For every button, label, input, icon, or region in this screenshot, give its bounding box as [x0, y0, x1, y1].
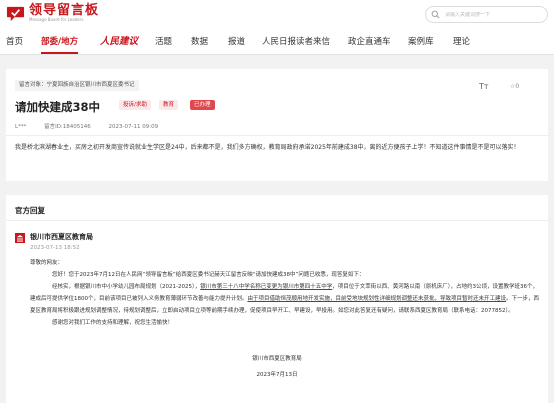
nav-topics[interactable]: 活题	[155, 30, 172, 54]
reply-date: 2023-07-13 18:52	[30, 245, 80, 251]
author-name: L***	[15, 124, 27, 130]
message-card: 留言对象：宁夏回族自治区银川市西夏区委书记 请加快建成38中 投诉/求助 教育 …	[6, 69, 548, 181]
nav-data[interactable]: 数据	[191, 30, 208, 54]
nav-people-suggestions[interactable]: 人民建议	[100, 30, 138, 54]
nav-readers-letters[interactable]: 人民日报读者来信	[262, 30, 330, 54]
message-id: 留言ID:18405146	[44, 124, 91, 130]
divider	[6, 135, 548, 136]
reply-card: 官方回复 银川市西夏区教育局 2023-07-13 18:52 尊敬的网友： 您…	[6, 195, 548, 403]
signature-date: 2023年7月13日	[256, 372, 298, 378]
message-title: 请加快建成38中	[15, 100, 101, 114]
reply-text: 经核实，根据银川市中小学幼儿园布局规划（2021-2025），	[52, 284, 201, 290]
search-icon[interactable]	[431, 10, 440, 19]
message-target: 留言对象：宁夏回族自治区银川市西夏区委书记	[15, 80, 139, 91]
divider	[6, 220, 548, 221]
signature-org: 银川市西夏区教育局	[252, 356, 302, 362]
like-button[interactable]: ☆0	[510, 83, 519, 90]
search-box[interactable]	[425, 6, 548, 23]
highlighted-text: 银川市第三十八中学名称已变更为银川市第四十五中学	[200, 284, 333, 290]
site-logo[interactable]: 领导留言板 Message Board for Leaders	[6, 4, 99, 23]
reply-paragraph: 感谢您对我们工作的支持和理解，祝您生活愉快！	[52, 320, 174, 326]
nav-case-library[interactable]: 案例库	[408, 30, 434, 54]
reply-body: 尊敬的网友： 您好！您于2023年7月12日在人民网“领导留言板”给西夏区委书记…	[30, 257, 542, 329]
message-meta: L*** 留言ID:18405146 2023-07-11 09:09	[15, 122, 174, 130]
nav-theory[interactable]: 理论	[453, 30, 470, 54]
message-date: 2023-07-11 09:09	[108, 124, 159, 130]
nav-reports[interactable]: 报道	[228, 30, 245, 54]
main-nav: 首页 部委/地方 人民建议 活题 数据 报道 人民日报读者来信 政企直通车 案例…	[0, 30, 554, 55]
government-building-icon	[15, 233, 25, 243]
reply-org-name: 银川市西夏区教育局	[30, 233, 93, 241]
nav-enterprise-express[interactable]: 政企直通车	[348, 30, 391, 54]
font-size-button[interactable]: Tт	[479, 82, 489, 91]
nav-ministries-local[interactable]: 部委/地方	[41, 30, 79, 54]
category-badge: 投诉/求助	[119, 100, 151, 110]
message-body: 我是桥北滨湖春业主，买房之初开发商宣传说就业生学区是24中，后来都不是，我们多方…	[15, 144, 520, 151]
highlighted-text: 由于项目借助恒茂顺用地开发实施，目前受地块规划性详细规划调整还未获批，导致项目暂…	[247, 296, 507, 302]
top-header: 领导留言板 Message Board for Leaders	[0, 0, 554, 30]
search-input[interactable]	[445, 11, 545, 18]
nav-home[interactable]: 首页	[6, 30, 23, 54]
reply-greeting: 尊敬的网友：	[30, 260, 64, 266]
field-badge: 教育	[159, 100, 179, 110]
logo-title: 领导留言板	[29, 3, 100, 18]
reply-paragraph: 经核实，根据银川市中小学幼儿园布局规划（2021-2025），银川市第三十八中学…	[30, 281, 542, 317]
reply-heading: 官方回复	[15, 206, 45, 215]
logo-icon	[6, 4, 25, 23]
status-badge: 已办理	[190, 100, 215, 110]
reply-paragraph: 您好！您于2023年7月12日在人民网“领导留言板”给西夏区委书记赫天江留言反映…	[52, 272, 365, 278]
